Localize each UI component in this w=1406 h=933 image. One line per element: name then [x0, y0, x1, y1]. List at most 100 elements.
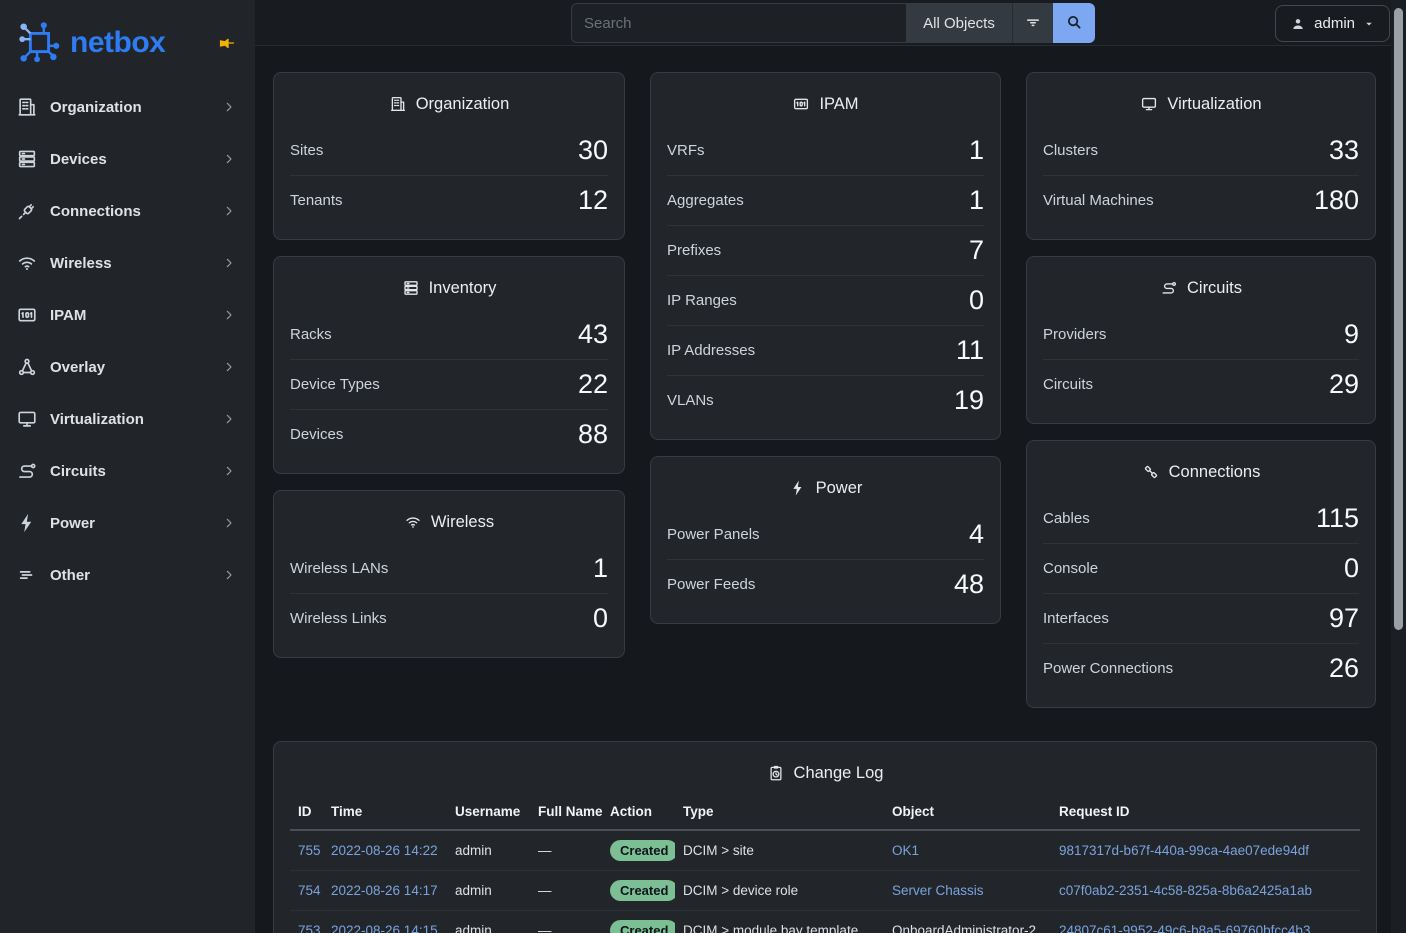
stat-value-link[interactable]: 33: [1329, 135, 1359, 166]
scrollbar-thumb[interactable]: [1394, 8, 1403, 630]
sidebar-item-connections[interactable]: Connections: [0, 185, 255, 237]
stat-label: Racks: [290, 326, 332, 343]
changelog-id-link[interactable]: 755: [298, 843, 321, 858]
lines-icon: [16, 564, 38, 586]
card-wireless: Wireless Wireless LANs 1 Wireless Links …: [273, 490, 625, 658]
changelog-requestid-link[interactable]: 24807c61-9952-49c6-b8a5-69760bfcc4b3: [1059, 923, 1310, 933]
dashboard-column-2: IPAM VRFs 1 Aggregates 1 Prefixes 7 IP R…: [650, 72, 1001, 624]
search-submit-button[interactable]: [1053, 3, 1095, 43]
sidebar-item-power[interactable]: Power: [0, 497, 255, 549]
stat-row: Tenants 12: [290, 175, 608, 225]
search-scope-dropdown[interactable]: All Objects: [906, 3, 1012, 43]
stat-value-link[interactable]: 26: [1329, 653, 1359, 684]
changelog-type: DCIM > site: [675, 830, 884, 871]
changelog-title: Change Log: [794, 764, 884, 783]
chevron-right-icon: [221, 567, 237, 583]
stat-row: Devices 88: [290, 409, 608, 459]
changelog-time-link[interactable]: 2022-08-26 14:15: [331, 923, 438, 933]
changelog-object-link[interactable]: OK1: [892, 843, 919, 858]
card-power: Power Power Panels 4 Power Feeds 48: [650, 456, 1001, 624]
card-title: Wireless: [431, 513, 494, 532]
stat-value-link[interactable]: 1: [969, 185, 984, 216]
stat-value-link[interactable]: 22: [578, 369, 608, 400]
changelog-username: admin: [447, 830, 530, 871]
sidebar-item-organization[interactable]: Organization: [0, 81, 255, 133]
column-header-id: ID: [290, 798, 323, 830]
changelog-requestid-link[interactable]: c07f0ab2-2351-4c58-825a-8b6a2425a1ab: [1059, 883, 1312, 898]
sidebar-item-wireless[interactable]: Wireless: [0, 237, 255, 289]
sidebar-item-ipam[interactable]: IPAM: [0, 289, 255, 341]
stat-value-link[interactable]: 1: [969, 135, 984, 166]
stat-label: Power Feeds: [667, 576, 755, 593]
column-header-full-name: Full Name: [530, 798, 602, 830]
sidebar: netbox Organization Devices Connections …: [0, 0, 255, 933]
sidebar-item-circuits[interactable]: Circuits: [0, 445, 255, 497]
stat-value-link[interactable]: 0: [1344, 553, 1359, 584]
changelog-id-link[interactable]: 754: [298, 883, 321, 898]
stat-label: Interfaces: [1043, 610, 1109, 627]
changelog-object: Server Chassis: [884, 871, 1051, 911]
stat-value-link[interactable]: 11: [956, 335, 984, 366]
sidebar-item-other[interactable]: Other: [0, 549, 255, 601]
stat-value-link[interactable]: 115: [1316, 503, 1359, 534]
search-icon: [1065, 13, 1083, 34]
stat-value-link[interactable]: 88: [578, 419, 608, 450]
stat-value-link[interactable]: 48: [954, 569, 984, 600]
chevron-right-icon: [221, 255, 237, 271]
card-title: IPAM: [819, 95, 858, 114]
stat-label: Providers: [1043, 326, 1106, 343]
changelog-fullname: —: [530, 830, 602, 871]
stat-value-link[interactable]: 19: [954, 385, 984, 416]
monitor-icon: [1140, 95, 1158, 113]
column-header-action: Action: [602, 798, 675, 830]
changelog-time-link[interactable]: 2022-08-26 14:22: [331, 843, 438, 858]
stat-row: IP Ranges 0: [667, 275, 984, 325]
stat-value-link[interactable]: 30: [578, 135, 608, 166]
filter-button[interactable]: [1012, 3, 1053, 43]
card-organization: Organization Sites 30 Tenants 12: [273, 72, 625, 240]
building-icon: [16, 96, 38, 118]
ipam-icon: [16, 304, 38, 326]
stat-row: Power Connections 26: [1043, 643, 1359, 693]
netbox-logo-icon[interactable]: [16, 20, 62, 66]
changelog-time-link[interactable]: 2022-08-26 14:17: [331, 883, 438, 898]
user-menu-button[interactable]: admin: [1275, 5, 1390, 42]
changelog-type: DCIM > module bay template: [675, 911, 884, 933]
stat-value-link[interactable]: 1: [593, 553, 608, 584]
stat-row: Wireless Links 0: [290, 593, 608, 643]
stat-label: Wireless Links: [290, 610, 387, 627]
card-title: Virtualization: [1167, 95, 1261, 114]
stat-value-link[interactable]: 9: [1344, 319, 1359, 350]
stat-value-link[interactable]: 29: [1329, 369, 1359, 400]
column-header-object: Object: [884, 798, 1051, 830]
stat-row: Power Feeds 48: [667, 559, 984, 609]
stat-value-link[interactable]: 0: [593, 603, 608, 634]
search-input[interactable]: [571, 3, 906, 43]
stat-value-link[interactable]: 180: [1314, 185, 1359, 216]
stat-value-link[interactable]: 43: [578, 319, 608, 350]
stat-value-link[interactable]: 7: [969, 235, 984, 266]
stat-value-link[interactable]: 0: [969, 285, 984, 316]
sidebar-item-devices[interactable]: Devices: [0, 133, 255, 185]
netbox-wordmark[interactable]: netbox: [70, 26, 165, 60]
scrollbar-track[interactable]: [1391, 0, 1406, 933]
stat-value-link[interactable]: 12: [578, 185, 608, 216]
changelog-username: admin: [447, 911, 530, 933]
changelog-table: IDTimeUsernameFull NameActionTypeObjectR…: [290, 798, 1360, 933]
sidebar-item-overlay[interactable]: Overlay: [0, 341, 255, 393]
card-title: Organization: [416, 95, 510, 114]
changelog-object-link[interactable]: Server Chassis: [892, 883, 984, 898]
stat-value-link[interactable]: 97: [1329, 603, 1359, 634]
stat-value-link[interactable]: 4: [969, 519, 984, 550]
stat-row: Interfaces 97: [1043, 593, 1359, 643]
chevron-right-icon: [221, 307, 237, 323]
stat-row: Racks 43: [290, 309, 608, 359]
changelog-id-link[interactable]: 753: [298, 923, 321, 933]
sidebar-item-virtualization[interactable]: Virtualization: [0, 393, 255, 445]
pin-icon[interactable]: [217, 33, 237, 53]
changelog-requestid-link[interactable]: 9817317d-b67f-440a-99ca-4ae07ede94df: [1059, 843, 1309, 858]
chevron-right-icon: [221, 151, 237, 167]
stat-label: Console: [1043, 560, 1098, 577]
route-icon: [16, 460, 38, 482]
stat-label: Devices: [290, 426, 343, 443]
